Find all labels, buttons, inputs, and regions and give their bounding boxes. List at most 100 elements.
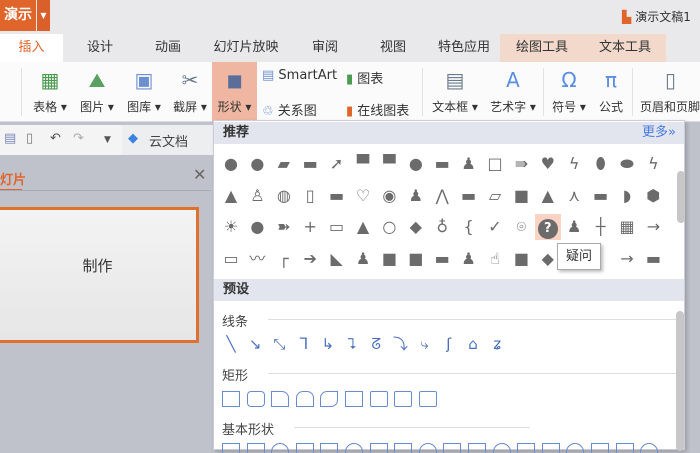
line-shape-option[interactable]: ⤵ bbox=[389, 333, 411, 355]
close-icon[interactable]: ✕ bbox=[193, 165, 206, 184]
basic-shape-option[interactable] bbox=[345, 443, 363, 453]
tab-design[interactable]: 设计 bbox=[75, 34, 125, 62]
shape-option[interactable]: ◉ bbox=[376, 183, 402, 209]
basic-shape-option[interactable] bbox=[615, 443, 634, 453]
shape-option[interactable]: ⬬ bbox=[614, 151, 640, 177]
shape-option[interactable]: ? bbox=[534, 214, 561, 240]
slides-tab[interactable]: 灯片 bbox=[0, 169, 26, 188]
shape-option[interactable]: ⬮ bbox=[588, 151, 614, 177]
shape-option[interactable]: ➽ bbox=[271, 214, 297, 240]
shape-option[interactable]: ▰ bbox=[271, 151, 297, 177]
header-footer-button[interactable]: ▯ 页眉和页脚 bbox=[640, 62, 700, 122]
basic-shape-option[interactable] bbox=[320, 443, 339, 453]
shape-option[interactable]: ▬ bbox=[640, 246, 666, 272]
shape-option[interactable]: ○ bbox=[376, 214, 402, 240]
recommended-scrollbar[interactable] bbox=[677, 171, 685, 223]
print-preview-icon[interactable]: ▯ bbox=[26, 131, 33, 146]
relation-diagram-button[interactable]: ♲ 关系图 bbox=[262, 100, 317, 119]
smartart-button[interactable]: ▤ SmartArt bbox=[262, 68, 337, 83]
shape-option[interactable]: ▲ bbox=[535, 183, 561, 209]
line-shape-option[interactable]: ⌂ bbox=[462, 333, 484, 355]
line-shape-option[interactable]: ᒣ bbox=[293, 333, 315, 355]
customize-dropdown-icon[interactable]: ▼ bbox=[104, 135, 111, 145]
shape-option[interactable]: ▲ bbox=[350, 214, 376, 240]
shape-option[interactable]: ▭ bbox=[324, 214, 350, 240]
shape-option[interactable]: + bbox=[297, 214, 323, 240]
shape-option[interactable]: ▭ bbox=[218, 246, 244, 272]
line-shape-option[interactable]: ↳ bbox=[317, 333, 339, 355]
picture-button[interactable]: ⛰ 图片 ▾ bbox=[76, 62, 118, 122]
shape-option[interactable]: ♟ bbox=[350, 246, 376, 272]
shape-option[interactable]: ▬ bbox=[297, 151, 323, 177]
basic-shape-option[interactable] bbox=[222, 443, 240, 453]
shape-option[interactable]: { bbox=[456, 214, 482, 240]
shape-option[interactable]: ➚ bbox=[324, 151, 350, 177]
rectangle-shape-option[interactable] bbox=[271, 391, 290, 407]
shape-option[interactable]: ♟ bbox=[561, 214, 587, 240]
line-shape-option[interactable]: ᘔ bbox=[365, 333, 387, 355]
shape-option[interactable]: ▀ bbox=[376, 151, 402, 177]
basic-shape-option[interactable] bbox=[443, 443, 462, 453]
table-button[interactable]: ▦ 表格 ▾ bbox=[30, 62, 70, 122]
shape-option[interactable]: ⋀ bbox=[429, 183, 455, 209]
basic-shape-option[interactable] bbox=[566, 443, 585, 453]
shape-option[interactable]: ⇛ bbox=[508, 151, 534, 177]
basic-shape-option[interactable] bbox=[418, 443, 437, 453]
wordart-button[interactable]: A 艺术字 ▾ bbox=[486, 62, 540, 122]
basic-shape-option[interactable] bbox=[271, 443, 290, 453]
shape-option[interactable]: 〰 bbox=[244, 246, 270, 272]
shape-option[interactable]: ◗ bbox=[614, 183, 640, 209]
undo-icon[interactable]: ↶ bbox=[50, 131, 61, 146]
line-shape-option[interactable]: ʑ bbox=[486, 333, 508, 355]
online-chart-button[interactable]: ▮ 在线图表 bbox=[346, 100, 409, 119]
screenshot-button[interactable]: ✂ 截屏 ▾ bbox=[168, 62, 212, 122]
shape-option[interactable]: ♟ bbox=[456, 151, 482, 177]
shape-option[interactable]: ⋏ bbox=[561, 183, 587, 209]
shape-option[interactable]: ▀ bbox=[350, 151, 376, 177]
textbox-button[interactable]: ▤ 文本框 ▾ bbox=[428, 62, 482, 122]
shape-option[interactable]: ☀ bbox=[218, 214, 244, 240]
basic-shape-option[interactable] bbox=[492, 443, 511, 453]
line-shape-option[interactable]: ↘ bbox=[244, 333, 266, 355]
app-menu-button[interactable]: 演示 bbox=[0, 0, 36, 31]
line-shape-option[interactable]: ╲ bbox=[220, 333, 242, 355]
shape-option[interactable]: ▬ bbox=[429, 151, 455, 177]
shape-option[interactable]: ■ bbox=[508, 183, 534, 209]
gallery-button[interactable]: ▣ 图库 ▾ bbox=[122, 62, 166, 122]
shape-option[interactable]: ■ bbox=[376, 246, 402, 272]
app-menu-dropdown-icon[interactable]: ▼ bbox=[37, 0, 50, 31]
basic-shape-option[interactable] bbox=[369, 443, 388, 453]
shape-option[interactable]: → bbox=[640, 214, 666, 240]
rectangle-shape-option[interactable] bbox=[246, 391, 265, 407]
shape-option[interactable]: ◆ bbox=[403, 214, 429, 240]
rectangle-shape-option[interactable] bbox=[418, 391, 437, 407]
shape-option[interactable]: → bbox=[614, 246, 640, 272]
shape-option[interactable]: ● bbox=[218, 151, 244, 177]
shape-option[interactable]: ■ bbox=[508, 246, 534, 272]
shape-option[interactable]: ♟ bbox=[456, 246, 482, 272]
shape-option[interactable]: ▬ bbox=[429, 246, 455, 272]
shape-option[interactable]: ▬ bbox=[588, 183, 614, 209]
line-shape-option[interactable]: ⤷ bbox=[414, 333, 436, 355]
shape-option[interactable]: ◍ bbox=[271, 183, 297, 209]
shape-option[interactable]: □ bbox=[482, 151, 508, 177]
line-shape-option[interactable]: ⤡ bbox=[268, 333, 290, 355]
rectangle-shape-option[interactable] bbox=[320, 391, 339, 407]
shape-option[interactable]: ▯ bbox=[297, 183, 323, 209]
shape-option[interactable]: ⌾ bbox=[508, 214, 534, 240]
shape-option[interactable]: ♙ bbox=[244, 183, 270, 209]
more-link[interactable]: 更多» bbox=[642, 122, 676, 144]
rectangle-shape-option[interactable] bbox=[295, 391, 314, 407]
tab-slideshow[interactable]: 幻灯片放映 bbox=[208, 34, 284, 62]
tab-special[interactable]: 特色应用 bbox=[428, 34, 500, 62]
print-icon[interactable]: ▤ bbox=[4, 131, 16, 146]
shape-option[interactable]: ♟ bbox=[403, 183, 429, 209]
shape-option[interactable]: ▬ bbox=[456, 183, 482, 209]
tab-animation[interactable]: 动画 bbox=[143, 34, 193, 62]
redo-icon[interactable]: ↷ bbox=[73, 131, 84, 146]
chart-button[interactable]: ▮ 图表 bbox=[346, 68, 383, 87]
line-shape-option[interactable]: ʃ bbox=[438, 333, 460, 355]
shape-option[interactable]: ⬢ bbox=[640, 183, 666, 209]
cloud-docs-button[interactable]: ◆ 云文档 bbox=[122, 125, 213, 155]
shape-option[interactable]: ➔ bbox=[297, 246, 323, 272]
